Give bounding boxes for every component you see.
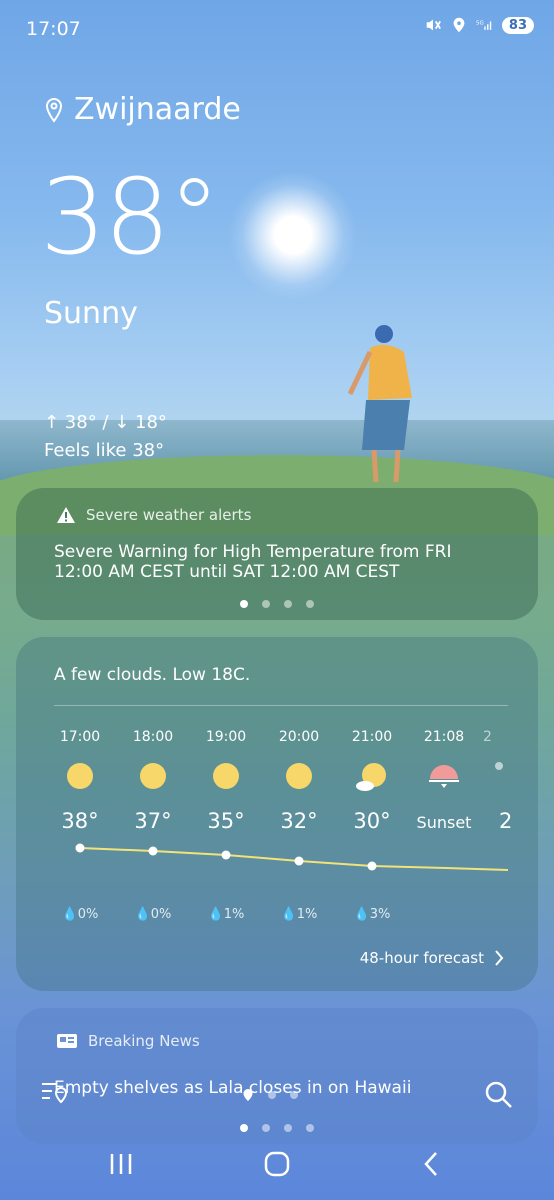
status-icons: 5G 83 <box>424 16 534 34</box>
trend-point <box>367 861 377 871</box>
weather-alert-card[interactable]: Severe weather alerts Severe Warning for… <box>16 488 538 620</box>
alert-page-indicator <box>240 600 314 608</box>
location-name: Zwijnaarde <box>74 92 241 127</box>
svg-text:5G: 5G <box>476 20 484 26</box>
home-icon[interactable] <box>262 1150 292 1178</box>
hour-time: 19:00 <box>205 729 247 745</box>
mute-icon <box>426 19 441 31</box>
hour-time: 2 <box>483 729 492 745</box>
trend-point <box>148 846 158 856</box>
location-header[interactable]: Zwijnaarde <box>44 92 241 127</box>
news-headline[interactable]: Empty shelves as Lala closes in on Hawai… <box>54 1078 411 1098</box>
back-icon[interactable] <box>420 1150 444 1178</box>
page-dot <box>240 600 248 608</box>
hour-time: 17:00 <box>59 729 101 745</box>
location-status-icon <box>453 17 465 33</box>
precipitation: 💧1% <box>207 907 245 922</box>
precipitation: 💧1% <box>280 907 318 922</box>
sun-illustration <box>228 170 358 300</box>
trend-point <box>75 843 85 853</box>
current-temperature: 38° <box>40 156 220 278</box>
droplet-icon: 💧 <box>61 907 78 922</box>
page-dot <box>240 1124 248 1132</box>
alert-text: Severe Warning for High Temperature from… <box>54 542 452 582</box>
page-dot <box>284 1124 292 1132</box>
droplet-icon: 💧 <box>280 907 297 922</box>
location-list-icon[interactable] <box>40 1078 70 1108</box>
48-hour-forecast-link[interactable]: 48-hour forecast <box>360 949 504 967</box>
feels-like: Feels like 38° <box>44 440 165 461</box>
page-dot <box>262 600 270 608</box>
current-location-icon <box>243 1089 253 1101</box>
hour-temperature: 32° <box>280 809 318 833</box>
sun-icon <box>191 761 261 791</box>
status-time: 17:07 <box>26 18 81 40</box>
hour-time: 21:08 <box>423 729 465 745</box>
forecast-link-label: 48-hour forecast <box>359 949 484 967</box>
recent-apps-icon[interactable] <box>108 1152 134 1176</box>
high-low-temperature: ↑ 38° / ↓ 18° <box>44 412 167 433</box>
hour-temperature: 30° <box>353 809 391 833</box>
warning-icon <box>57 507 75 523</box>
hour-time: 20:00 <box>278 729 320 745</box>
forecast-summary: A few clouds. Low 18C. <box>54 665 251 685</box>
divider <box>54 705 508 706</box>
page-dot <box>306 1124 314 1132</box>
hour-time: 18:00 <box>132 729 174 745</box>
sun-icon <box>489 761 509 771</box>
droplet-icon: 💧 <box>207 907 224 922</box>
hour-time: 21:00 <box>351 729 393 745</box>
sun-icon <box>264 761 334 791</box>
breaking-news-card[interactable]: Breaking News Empty shelves as Lala clos… <box>16 1008 538 1144</box>
location-pin-icon <box>45 97 63 123</box>
sun-icon <box>118 761 188 791</box>
news-header: Breaking News <box>56 1032 200 1050</box>
current-condition: Sunny <box>44 296 138 331</box>
page-dot <box>290 1091 298 1099</box>
hourly-forecast-card[interactable]: A few clouds. Low 18C. 17:00 18:00 19:00… <box>16 637 538 991</box>
sunset-label: Sunset <box>416 813 472 832</box>
precipitation: 💧0% <box>61 907 99 922</box>
status-bar: 17:07 5G 83 <box>0 0 554 58</box>
location-page-indicator[interactable] <box>242 1088 298 1102</box>
page-dot <box>262 1124 270 1132</box>
precipitation: 💧0% <box>134 907 172 922</box>
battery-indicator: 83 <box>501 16 534 34</box>
droplet-icon: 💧 <box>353 907 370 922</box>
hour-temperature: 37° <box>134 809 172 833</box>
precipitation: 💧3% <box>353 907 391 922</box>
alert-header: Severe weather alerts <box>56 506 251 524</box>
sun-icon <box>45 761 115 791</box>
hour-temperature: 38° <box>61 809 99 833</box>
search-icon[interactable] <box>484 1080 514 1110</box>
person-illustration <box>347 325 412 483</box>
hour-temperature: 35° <box>207 809 245 833</box>
newspaper-icon <box>57 1034 77 1048</box>
chevron-right-icon <box>495 950 504 966</box>
temperature-trend-line <box>75 843 509 871</box>
droplet-icon: 💧 <box>134 907 151 922</box>
alert-title: Severe weather alerts <box>86 506 252 524</box>
trend-point <box>294 856 304 866</box>
trend-point <box>221 850 231 860</box>
system-nav-bar <box>0 1144 554 1200</box>
hour-temperature: 2 <box>499 809 513 833</box>
page-dot <box>268 1091 276 1099</box>
partly-cloudy-icon <box>337 761 407 795</box>
news-page-indicator <box>240 1124 314 1132</box>
signal-icon: 5G <box>476 20 492 30</box>
news-title: Breaking News <box>88 1032 200 1050</box>
page-dot <box>284 600 292 608</box>
page-dot <box>306 600 314 608</box>
sunset-icon <box>409 761 479 791</box>
